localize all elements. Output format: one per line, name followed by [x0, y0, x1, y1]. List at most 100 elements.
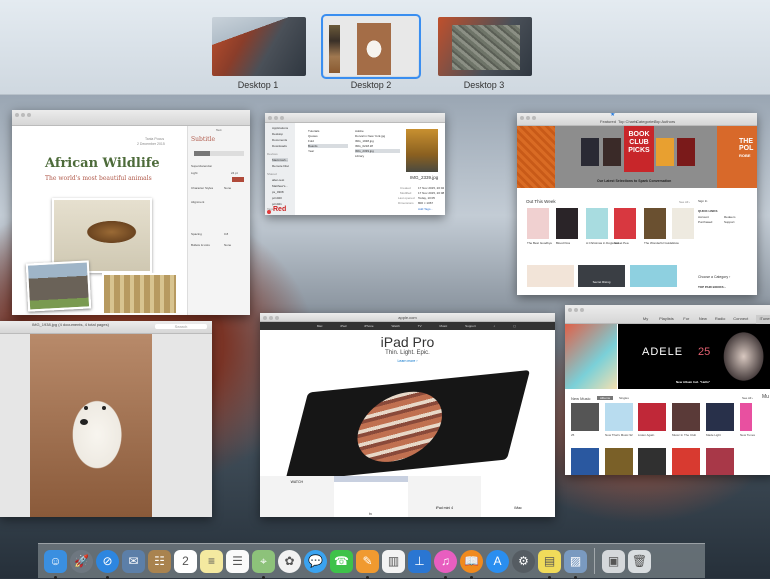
maps-icon[interactable]: ⌖: [252, 549, 275, 579]
ipad-mini-tile[interactable]: iPad mini 4: [407, 476, 482, 517]
finder-icon[interactable]: ☺: [44, 549, 67, 579]
file-item[interactable]: Library: [355, 154, 364, 158]
album-title[interactable]: Now That's Music 92: [605, 433, 633, 437]
top-paid-link[interactable]: TOP PAID BOOKS ›: [698, 285, 726, 289]
notes-icon[interactable]: ≡: [200, 549, 223, 573]
filter-albums[interactable]: Albums: [597, 396, 614, 400]
imac-tile[interactable]: iMac: [481, 476, 555, 517]
file-item[interactable]: IMG_1938.jpg: [355, 139, 374, 143]
promo-tile[interactable]: [630, 265, 677, 287]
pages-window[interactable]: Tania Pocus 2 December 2015 African Wild…: [12, 110, 250, 315]
album-title[interactable]: Music In The Club: [672, 433, 696, 437]
pages-icon[interactable]: ✎: [356, 549, 379, 579]
quick-link[interactable]: Redeem: [724, 215, 735, 219]
messages-icon[interactable]: 💬: [304, 549, 327, 573]
address-bar[interactable]: apple.com: [398, 315, 416, 320]
preview-window[interactable]: IMG_1938.jpg (4 documents, 4 total pages…: [0, 321, 212, 517]
book-title[interactable]: Sweet Pea: [614, 241, 629, 245]
book-title[interactable]: The Wonderful Guide: [644, 241, 672, 245]
tag-red[interactable]: Red: [273, 206, 286, 214]
char-styles-select[interactable]: None: [224, 186, 231, 190]
search-field[interactable]: Search: [155, 324, 207, 329]
system-preferences-icon[interactable]: ⚙: [512, 549, 535, 573]
file-item[interactable]: Dorval in New York.jpg: [355, 134, 385, 138]
numbers-icon[interactable]: ▥: [382, 549, 405, 573]
nav-tv[interactable]: TV: [418, 324, 422, 328]
size-field[interactable]: 24 pt: [231, 171, 238, 175]
folder-item[interactable]: Boards: [308, 144, 348, 148]
sidebar-item[interactable]: pc1020: [272, 196, 282, 200]
folder-item[interactable]: Year: [308, 149, 314, 153]
space-thumbnail-desktop-2[interactable]: [321, 14, 421, 79]
elephant-photo[interactable]: [25, 260, 92, 312]
filter-singles[interactable]: Singles: [619, 396, 629, 400]
bag-icon[interactable]: ▢: [513, 324, 516, 328]
space-thumbnail-desktop-3[interactable]: [438, 17, 532, 76]
font-select[interactable]: Superclarendon: [191, 164, 212, 168]
book-cover[interactable]: [527, 208, 549, 239]
tv-tile[interactable]: tv: [333, 476, 408, 517]
nav-music[interactable]: Music: [439, 324, 447, 328]
calendar-icon[interactable]: 2: [174, 549, 197, 573]
sidebar-item[interactable]: Macintosh...: [272, 158, 289, 162]
ibooks-window[interactable]: Featured Top Charts Categories Top Autho…: [517, 113, 757, 295]
safari-icon[interactable]: ⊘: [96, 549, 119, 579]
album-title[interactable]: New Tunes: [740, 433, 755, 437]
stickies-icon[interactable]: ▤: [538, 549, 561, 579]
quick-link[interactable]: Purchased: [698, 220, 712, 224]
itunes-icon[interactable]: ♫: [434, 549, 457, 579]
album-cover[interactable]: [672, 403, 700, 431]
nav-support[interactable]: Support: [465, 324, 476, 328]
sidebar-item[interactable]: ps_0308: [272, 190, 284, 194]
launchpad-icon[interactable]: 🚀: [70, 549, 93, 573]
itunes-window[interactable]: My MusicPlaylistsFor YouNewRadioConnecti…: [565, 305, 770, 475]
book-cover[interactable]: [614, 208, 636, 239]
text-color-well[interactable]: [232, 177, 244, 182]
add-tags-link[interactable]: Add Tags...: [418, 207, 433, 211]
book-title[interactable]: The Best Goodbye: [527, 241, 552, 245]
search-icon[interactable]: ⌕: [494, 324, 496, 328]
file-item-selected[interactable]: IMG_2339.jpg: [355, 149, 400, 153]
learn-more-link[interactable]: Learn more ›: [260, 359, 555, 363]
book-title[interactable]: Glow: [672, 241, 679, 245]
promo-tile[interactable]: [527, 265, 574, 287]
sidebar-item[interactable]: allen-test: [272, 178, 284, 182]
featured-banner[interactable]: THE POL ROBE BOOK CLUB PICKS Our Latest S…: [517, 126, 757, 188]
downloads-stack-icon[interactable]: ▣: [602, 549, 625, 573]
album-title[interactable]: Listen Again: [638, 433, 654, 437]
space-thumbnail-desktop-1[interactable]: [212, 17, 306, 76]
album-cover[interactable]: [571, 403, 599, 431]
book-cover[interactable]: [556, 208, 578, 239]
album-cover[interactable]: [605, 403, 633, 431]
keynote-icon[interactable]: ⊥: [408, 549, 431, 573]
book-cover[interactable]: [586, 208, 608, 239]
mail-icon[interactable]: ✉: [122, 549, 145, 573]
folder-item[interactable]: Tutorials: [308, 129, 319, 133]
adele-banner[interactable]: ADELE 25 New Album Incl. "Hello": [618, 324, 770, 389]
weight-select[interactable]: Light: [191, 171, 198, 175]
ibooks-icon[interactable]: 📖: [460, 549, 483, 579]
album-title[interactable]: 25: [571, 433, 574, 437]
sidebar-item[interactable]: Applications: [272, 126, 288, 130]
sign-in-link[interactable]: Sign In: [698, 199, 707, 203]
sidebar-item[interactable]: Matthew's...: [272, 184, 288, 188]
contacts-icon[interactable]: ☷: [148, 549, 171, 573]
see-all-link[interactable]: See All ›: [742, 396, 753, 400]
sidebar-item[interactable]: Desktop: [272, 132, 283, 136]
album-cover[interactable]: [638, 403, 666, 431]
sidebar-item[interactable]: Downloads: [272, 144, 287, 148]
see-all-link[interactable]: See All ›: [679, 200, 690, 204]
album-title[interactable]: Made Light: [706, 433, 721, 437]
sidebar-item[interactable]: Remote Disc: [272, 164, 289, 168]
quick-link[interactable]: Account: [698, 215, 709, 219]
finder-window[interactable]: Applications Desktop Documents Downloads…: [265, 113, 445, 215]
choose-category[interactable]: Choose a Category ›: [698, 275, 730, 279]
quick-link[interactable]: Support: [724, 220, 735, 224]
sidebar-item[interactable]: Documents: [272, 138, 287, 142]
preview-icon[interactable]: ▨: [564, 549, 587, 579]
trash-icon[interactable]: 🗑: [628, 549, 651, 573]
nav-ipad[interactable]: iPad: [340, 324, 346, 328]
album-cover[interactable]: [706, 403, 734, 431]
facetime-icon[interactable]: ☎: [330, 549, 353, 573]
nav-mac[interactable]: Mac: [317, 324, 323, 328]
